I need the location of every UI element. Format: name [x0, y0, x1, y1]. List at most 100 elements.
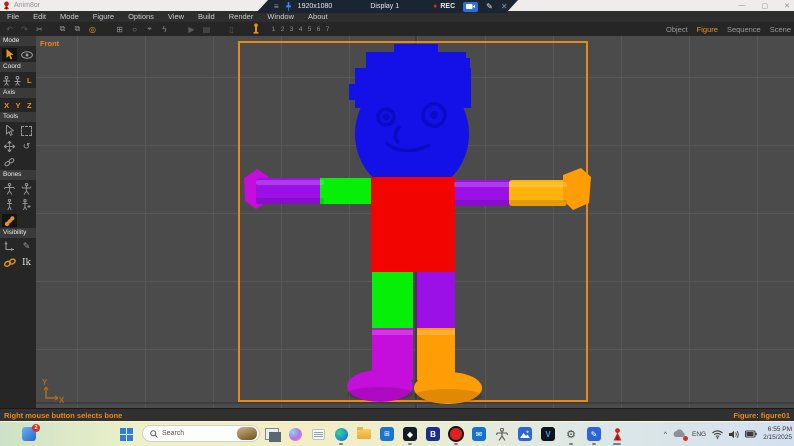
frame-6[interactable]: 6	[314, 26, 323, 33]
search-box[interactable]: Search	[142, 425, 260, 442]
model-torso[interactable]	[371, 177, 455, 272]
widgets-icon[interactable]: 2	[22, 424, 40, 441]
anim8or-taskbar-icon[interactable]	[609, 426, 625, 445]
paste-icon[interactable]: ⧉	[70, 24, 85, 34]
object-coord-tool[interactable]	[13, 74, 22, 87]
annotate-pencil-icon[interactable]: ✎	[486, 2, 493, 11]
bone-skeleton-tool[interactable]	[2, 182, 17, 195]
menu-options[interactable]: Options	[121, 12, 161, 21]
menu-edit[interactable]: Edit	[26, 12, 53, 21]
minimize-button[interactable]: —	[739, 2, 746, 9]
axis-z-button[interactable]: Z	[25, 100, 34, 111]
clock-date: 2/15/2025	[763, 434, 792, 441]
recorder-app-icon[interactable]	[448, 426, 464, 445]
move-tool[interactable]	[2, 140, 17, 153]
redo-icon[interactable]: ↷	[17, 25, 32, 34]
frame-1[interactable]: 1	[269, 26, 278, 33]
frame-5[interactable]: 5	[305, 26, 314, 33]
select-cursor-tool[interactable]	[2, 48, 17, 61]
copy-icon[interactable]: ⧉	[55, 24, 70, 34]
eye-visibility-tool[interactable]	[19, 48, 34, 61]
bone-skeleton-move-tool[interactable]	[19, 182, 34, 195]
language-indicator[interactable]: ENG	[692, 431, 706, 438]
menu-mode[interactable]: Mode	[53, 12, 86, 21]
arrow-select-tool[interactable]	[2, 124, 17, 137]
frame-3[interactable]: 3	[287, 26, 296, 33]
dropbox-icon[interactable]: ◆	[402, 426, 418, 445]
file-explorer-icon[interactable]	[356, 426, 372, 442]
model-right-thigh[interactable]	[417, 272, 455, 330]
start-button[interactable]	[120, 427, 133, 441]
volume-icon[interactable]	[729, 430, 739, 439]
clock[interactable]: 6:55 PM 2/15/2025	[763, 426, 792, 443]
target-icon[interactable]: ◎	[85, 25, 100, 34]
bone-add-tool[interactable]	[19, 198, 34, 211]
search-highlight-image[interactable]	[237, 427, 257, 440]
menu-build[interactable]: Build	[191, 12, 222, 21]
frame-7[interactable]: 7	[323, 26, 332, 33]
model-left-bicep[interactable]	[320, 178, 372, 204]
graph-icon[interactable]: ▤	[199, 25, 214, 34]
maximize-button[interactable]: ▢	[762, 2, 769, 10]
ik-chain-tool[interactable]	[2, 256, 17, 269]
onedrive-cloud-icon[interactable]	[673, 428, 688, 441]
frame-2[interactable]: 2	[278, 26, 287, 33]
battery-icon[interactable]	[745, 430, 757, 438]
bone-scale-tool[interactable]	[2, 198, 17, 211]
chain-link-tool[interactable]	[2, 156, 17, 169]
task-view-icon[interactable]	[264, 426, 281, 442]
photos-icon[interactable]	[517, 426, 533, 442]
b-app-icon[interactable]: B	[425, 426, 441, 442]
tab-figure[interactable]: Figure	[697, 25, 718, 34]
tab-sequence[interactable]: Sequence	[727, 25, 761, 34]
notes-app-icon[interactable]	[310, 426, 326, 442]
menu-figure[interactable]: Figure	[86, 12, 121, 21]
ik-label[interactable]: Ik	[19, 256, 34, 269]
tray-chevron-icon[interactable]: ^	[664, 431, 667, 438]
tab-scene[interactable]: Scene	[770, 25, 791, 34]
camera-button[interactable]	[463, 2, 478, 12]
axis-y-button[interactable]: Y	[13, 100, 22, 111]
world-coord-tool[interactable]	[2, 74, 11, 87]
rotate-tool[interactable]: ↺	[19, 140, 34, 153]
crosshair-icon[interactable]: ⌖	[142, 24, 157, 34]
recorder-menu-icon[interactable]: ≡	[274, 2, 279, 11]
undo-icon[interactable]: ↶	[2, 25, 17, 34]
menu-view[interactable]: View	[161, 12, 191, 21]
ellipse-icon[interactable]: ○	[127, 25, 142, 34]
model-right-hand[interactable]	[563, 168, 591, 210]
grid-view-icon[interactable]: ⊞	[112, 25, 127, 34]
microsoft-store-icon[interactable]: ⊞	[379, 426, 395, 442]
box-select-tool[interactable]	[19, 124, 34, 137]
bone-figure-icon[interactable]	[249, 23, 263, 35]
edge-icon[interactable]	[333, 426, 349, 445]
copilot-icon[interactable]	[287, 426, 303, 442]
tab-object[interactable]: Object	[666, 25, 688, 34]
v-app-icon[interactable]: V	[540, 426, 556, 442]
photo-editor-icon[interactable]: ✎	[586, 426, 602, 445]
pin-icon[interactable]	[285, 2, 292, 11]
render-flash-icon[interactable]: ϟ	[157, 25, 172, 34]
menu-window[interactable]: Window	[260, 12, 301, 21]
outlook-icon[interactable]: ✉	[471, 426, 487, 442]
wifi-icon[interactable]	[712, 429, 723, 439]
menu-file[interactable]: File	[0, 12, 26, 21]
settings-gear-icon[interactable]: ⚙	[563, 426, 579, 445]
capsule-icon[interactable]: ▯	[224, 25, 239, 34]
model-left-thigh[interactable]	[372, 272, 413, 330]
viewport-front[interactable]: Front Y X	[36, 36, 794, 408]
axis-x-button[interactable]: X	[2, 100, 11, 111]
play-icon[interactable]: ▶	[184, 25, 199, 34]
character-model[interactable]	[36, 36, 794, 408]
axis-lock-tool[interactable]	[2, 240, 17, 253]
skeleton-app-icon[interactable]	[494, 426, 510, 442]
menu-render[interactable]: Render	[222, 12, 261, 21]
close-button[interactable]: ✕	[784, 2, 790, 10]
pencil-tool[interactable]: ✎	[19, 240, 34, 253]
menu-about[interactable]: About	[301, 12, 335, 21]
recorder-close-icon[interactable]: ✕	[501, 2, 508, 11]
edit-bone-tool[interactable]	[2, 214, 17, 227]
frame-4[interactable]: 4	[296, 26, 305, 33]
cut-icon[interactable]: ✂	[32, 25, 47, 34]
screen-coord-tool[interactable]: L	[25, 74, 34, 87]
